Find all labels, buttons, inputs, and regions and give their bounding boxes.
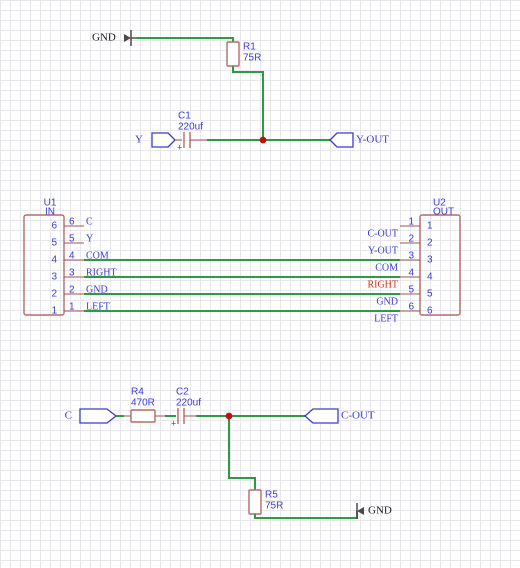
- port-c-input-label: C: [65, 410, 72, 422]
- resistor-r4-body[interactable]: [130, 409, 156, 423]
- connector-u1-group[interactable]: U1 IN 6 6 C 5 5 Y 4 4 COM 3 3 RIGHT 2 2 …: [23, 198, 117, 317]
- wire-r5-to-gnd[interactable]: [254, 511, 358, 519]
- connector-u2-pin-6-name: LEFT: [374, 313, 398, 324]
- connector-u1-pin-5-name: Y: [86, 233, 93, 244]
- connector-u1-pin-4-outernumber: 4: [69, 251, 75, 262]
- resistor-r1-value: 75R: [243, 53, 261, 64]
- connector-u2-pin-6-outernumber: 6: [408, 302, 414, 313]
- top-circuit-group: GND R1 75R Y + C1 220uf Y-OUT: [92, 30, 389, 152]
- connector-u1-pin-1-number: 1: [51, 306, 57, 317]
- port-c-input[interactable]: [79, 408, 118, 424]
- connector-u2-pin-2-name: Y-OUT: [368, 245, 398, 256]
- connector-u1-pin-2-outernumber: 2: [69, 285, 75, 296]
- wire-r1-to-junction[interactable]: [232, 66, 264, 140]
- connector-u2-pin-6-number: 6: [427, 306, 433, 317]
- capacitor-c2-polarity: +: [171, 418, 176, 428]
- connector-u1-pin-2-number: 2: [51, 289, 57, 300]
- resistor-r5-value: 75R: [265, 501, 283, 512]
- junction-dot-top: [259, 136, 267, 144]
- connector-u1-pin-3-number: 3: [51, 272, 57, 283]
- connector-u1-pin-1-outernumber: 1: [69, 302, 75, 313]
- connector-u2-pin-1-outernumber: 1: [408, 217, 414, 228]
- bus-wires-group: [84, 259, 400, 312]
- connector-u1-pin-3[interactable]: 3 3 RIGHT: [51, 267, 116, 282]
- connector-u2-pin-3-outernumber: 3: [408, 251, 414, 262]
- capacitor-c1-ref: C1: [178, 111, 191, 122]
- schematic-canvas[interactable]: GND R1 75R Y + C1 220uf Y-OUT U1 IN 6 6 …: [0, 0, 520, 568]
- connector-u1-pin-6-name: C: [86, 216, 93, 227]
- capacitor-c2-value: 220uf: [176, 398, 201, 409]
- connector-u1-pin-4-number: 4: [51, 255, 57, 266]
- ground-label-top: GND: [92, 32, 116, 44]
- connector-u2-pin-1-name: C-OUT: [367, 228, 398, 239]
- connector-u2-pin-4-name: RIGHT: [367, 279, 398, 290]
- resistor-r4-ref: R4: [131, 387, 144, 398]
- connector-u2-pin-4-outernumber: 4: [408, 268, 414, 279]
- connector-u1-pin-5-outernumber: 5: [69, 234, 75, 245]
- wire-junction-to-r5[interactable]: [228, 416, 256, 490]
- connector-u1-body[interactable]: [23, 214, 65, 316]
- resistor-r1-body[interactable]: [226, 41, 240, 67]
- port-y-out[interactable]: [329, 132, 354, 148]
- connector-u2-pin-1-number: 1: [427, 221, 433, 232]
- resistor-r4-value: 470R: [131, 398, 155, 409]
- capacitor-c1[interactable]: [183, 132, 191, 148]
- connector-u1-pin-6-number: 6: [51, 221, 57, 232]
- port-c-out[interactable]: [304, 408, 339, 424]
- ground-symbol-top[interactable]: [124, 30, 136, 46]
- connector-u2-pin-5-name: GND: [376, 296, 398, 307]
- connector-u1-pin-6[interactable]: 6 6 C: [51, 216, 93, 231]
- connector-u1-pin-3-outernumber: 3: [69, 268, 75, 279]
- connector-u1-designation: IN: [45, 207, 55, 218]
- capacitor-c2[interactable]: [177, 408, 185, 424]
- junction-dot-bottom: [225, 412, 233, 420]
- capacitor-c1-value: 220uf: [178, 122, 203, 133]
- ground-label-bottom: GND: [368, 505, 392, 517]
- port-y-input-label: Y: [135, 134, 143, 146]
- connector-u2-pin-5-number: 5: [427, 289, 433, 300]
- resistor-r1-ref: R1: [243, 42, 256, 53]
- bottom-circuit-group: C R4 470R + C2 220uf R5 75R GND C-OUT: [65, 387, 392, 519]
- connector-u2-pin-3-name: COM: [375, 262, 398, 273]
- connector-u2-pin-5-outernumber: 5: [408, 285, 414, 296]
- connector-u2-pin-2-outernumber: 2: [408, 234, 414, 245]
- capacitor-c1-polarity: +: [177, 142, 182, 152]
- connector-u1-pin-5-number: 5: [51, 238, 57, 249]
- resistor-r5-ref: R5: [265, 490, 278, 501]
- connector-u2-pin-1[interactable]: 1 1 C-OUT: [367, 217, 433, 240]
- connector-u2-pin-4-number: 4: [427, 272, 433, 283]
- ground-symbol-bottom[interactable]: [356, 503, 364, 519]
- connector-u2-group[interactable]: U2 OUT 1 1 C-OUT 2 2 Y-OUT 3 3 COM 4 4 R…: [367, 198, 461, 325]
- connector-u1-pin-2[interactable]: 2 2 GND: [51, 284, 107, 299]
- schematic-drawing: GND R1 75R Y + C1 220uf Y-OUT U1 IN 6 6 …: [23, 30, 461, 519]
- connector-u1-pin-4[interactable]: 4 4 COM: [51, 250, 108, 265]
- wire-gnd-to-r1[interactable]: [136, 37, 234, 42]
- connector-u2-designation: OUT: [433, 207, 454, 218]
- port-y-out-label: Y-OUT: [356, 134, 389, 146]
- resistor-r5-body[interactable]: [248, 489, 262, 515]
- connector-u2-pin-2-number: 2: [427, 238, 433, 249]
- connector-u2-body[interactable]: [419, 214, 461, 316]
- port-y-input[interactable]: [151, 132, 176, 148]
- connector-u1-pin-6-outernumber: 6: [69, 217, 75, 228]
- capacitor-c2-ref: C2: [176, 387, 189, 398]
- port-c-out-label: C-OUT: [341, 410, 375, 422]
- connector-u1-pin-5[interactable]: 5 5 Y: [51, 233, 93, 248]
- connector-u2-pin-3-number: 3: [427, 255, 433, 266]
